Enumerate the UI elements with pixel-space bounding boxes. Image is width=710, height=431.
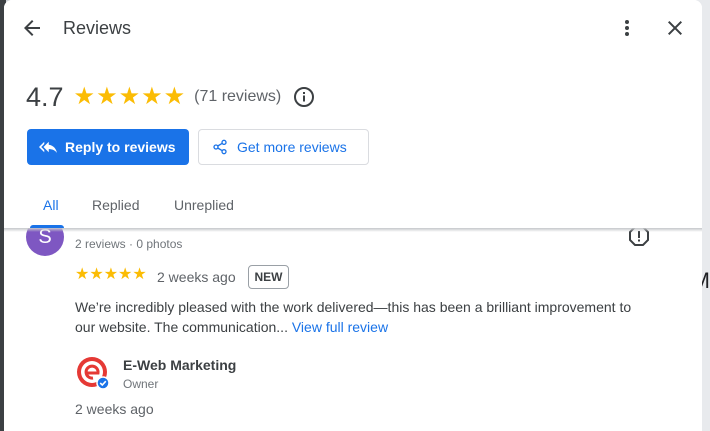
get-more-reviews-button[interactable]: Get more reviews xyxy=(198,129,369,165)
tab-unreplied[interactable]: Unreplied xyxy=(174,197,234,213)
back-button[interactable] xyxy=(20,16,44,40)
tab-all[interactable]: All xyxy=(43,197,59,213)
star-icon: ★ xyxy=(73,83,96,110)
reviews-dialog: Reviews 4.7 ★ ★ ★ ★ ★ (71 reviews) Reply… xyxy=(4,0,702,431)
page-title: Reviews xyxy=(63,18,132,38)
owner-reply-time: 2 weeks ago xyxy=(75,401,154,417)
get-more-reviews-label: Get more reviews xyxy=(237,139,347,155)
star-icon: ★ xyxy=(118,266,133,283)
reply-to-reviews-label: Reply to reviews xyxy=(65,139,176,155)
more-options-button[interactable] xyxy=(615,16,639,40)
star-icon: ★ xyxy=(96,83,118,110)
info-icon xyxy=(294,87,315,107)
rating-stars: ★ ★ ★ ★ ★ xyxy=(74,85,187,109)
star-icon: ★ xyxy=(163,83,186,110)
star-icon: ★ xyxy=(132,266,147,283)
view-full-review-link[interactable]: View full review xyxy=(292,319,388,335)
close-icon xyxy=(668,21,682,35)
tab-replied[interactable]: Replied xyxy=(92,197,139,213)
dialog-header: Reviews 4.7 ★ ★ ★ ★ ★ (71 reviews) Reply… xyxy=(4,0,702,228)
top-bar: Reviews xyxy=(4,0,702,58)
reply-all-icon xyxy=(39,141,57,153)
owner-role: Owner xyxy=(123,377,159,391)
arrow-left-icon xyxy=(24,20,40,36)
business-logo-icon xyxy=(77,357,110,390)
owner-name: E-Web Marketing xyxy=(123,357,237,373)
reply-to-reviews-button[interactable]: Reply to reviews xyxy=(27,129,189,165)
share-icon xyxy=(213,139,227,155)
review-text: We’re incredibly pleased with the work d… xyxy=(75,297,655,337)
review-time: 2 weeks ago xyxy=(157,269,236,285)
header-shadow xyxy=(4,228,702,232)
info-button[interactable] xyxy=(293,86,315,108)
rating-summary: 4.7 ★ ★ ★ ★ ★ (71 reviews) xyxy=(26,80,315,114)
review-stars: ★ ★ ★ ★ ★ xyxy=(75,267,147,283)
rating-score: 4.7 xyxy=(26,81,64,112)
reviewer-meta: 2 reviews · 0 photos xyxy=(75,237,183,251)
star-icon: ★ xyxy=(103,266,119,283)
close-button[interactable] xyxy=(663,16,687,40)
star-icon: ★ xyxy=(141,83,163,110)
review-card: S 2 reviews · 0 photos ★ ★ ★ ★ ★ 2 weeks… xyxy=(4,200,702,431)
owner-logo xyxy=(76,356,110,390)
more-vert-icon xyxy=(625,20,629,36)
review-count: (71 reviews) xyxy=(194,88,282,105)
star-icon: ★ xyxy=(89,266,104,283)
new-badge: NEW xyxy=(248,265,289,289)
review-tabs: All Replied Unreplied xyxy=(4,188,702,228)
star-icon: ★ xyxy=(75,266,90,283)
star-icon: ★ xyxy=(118,83,141,110)
